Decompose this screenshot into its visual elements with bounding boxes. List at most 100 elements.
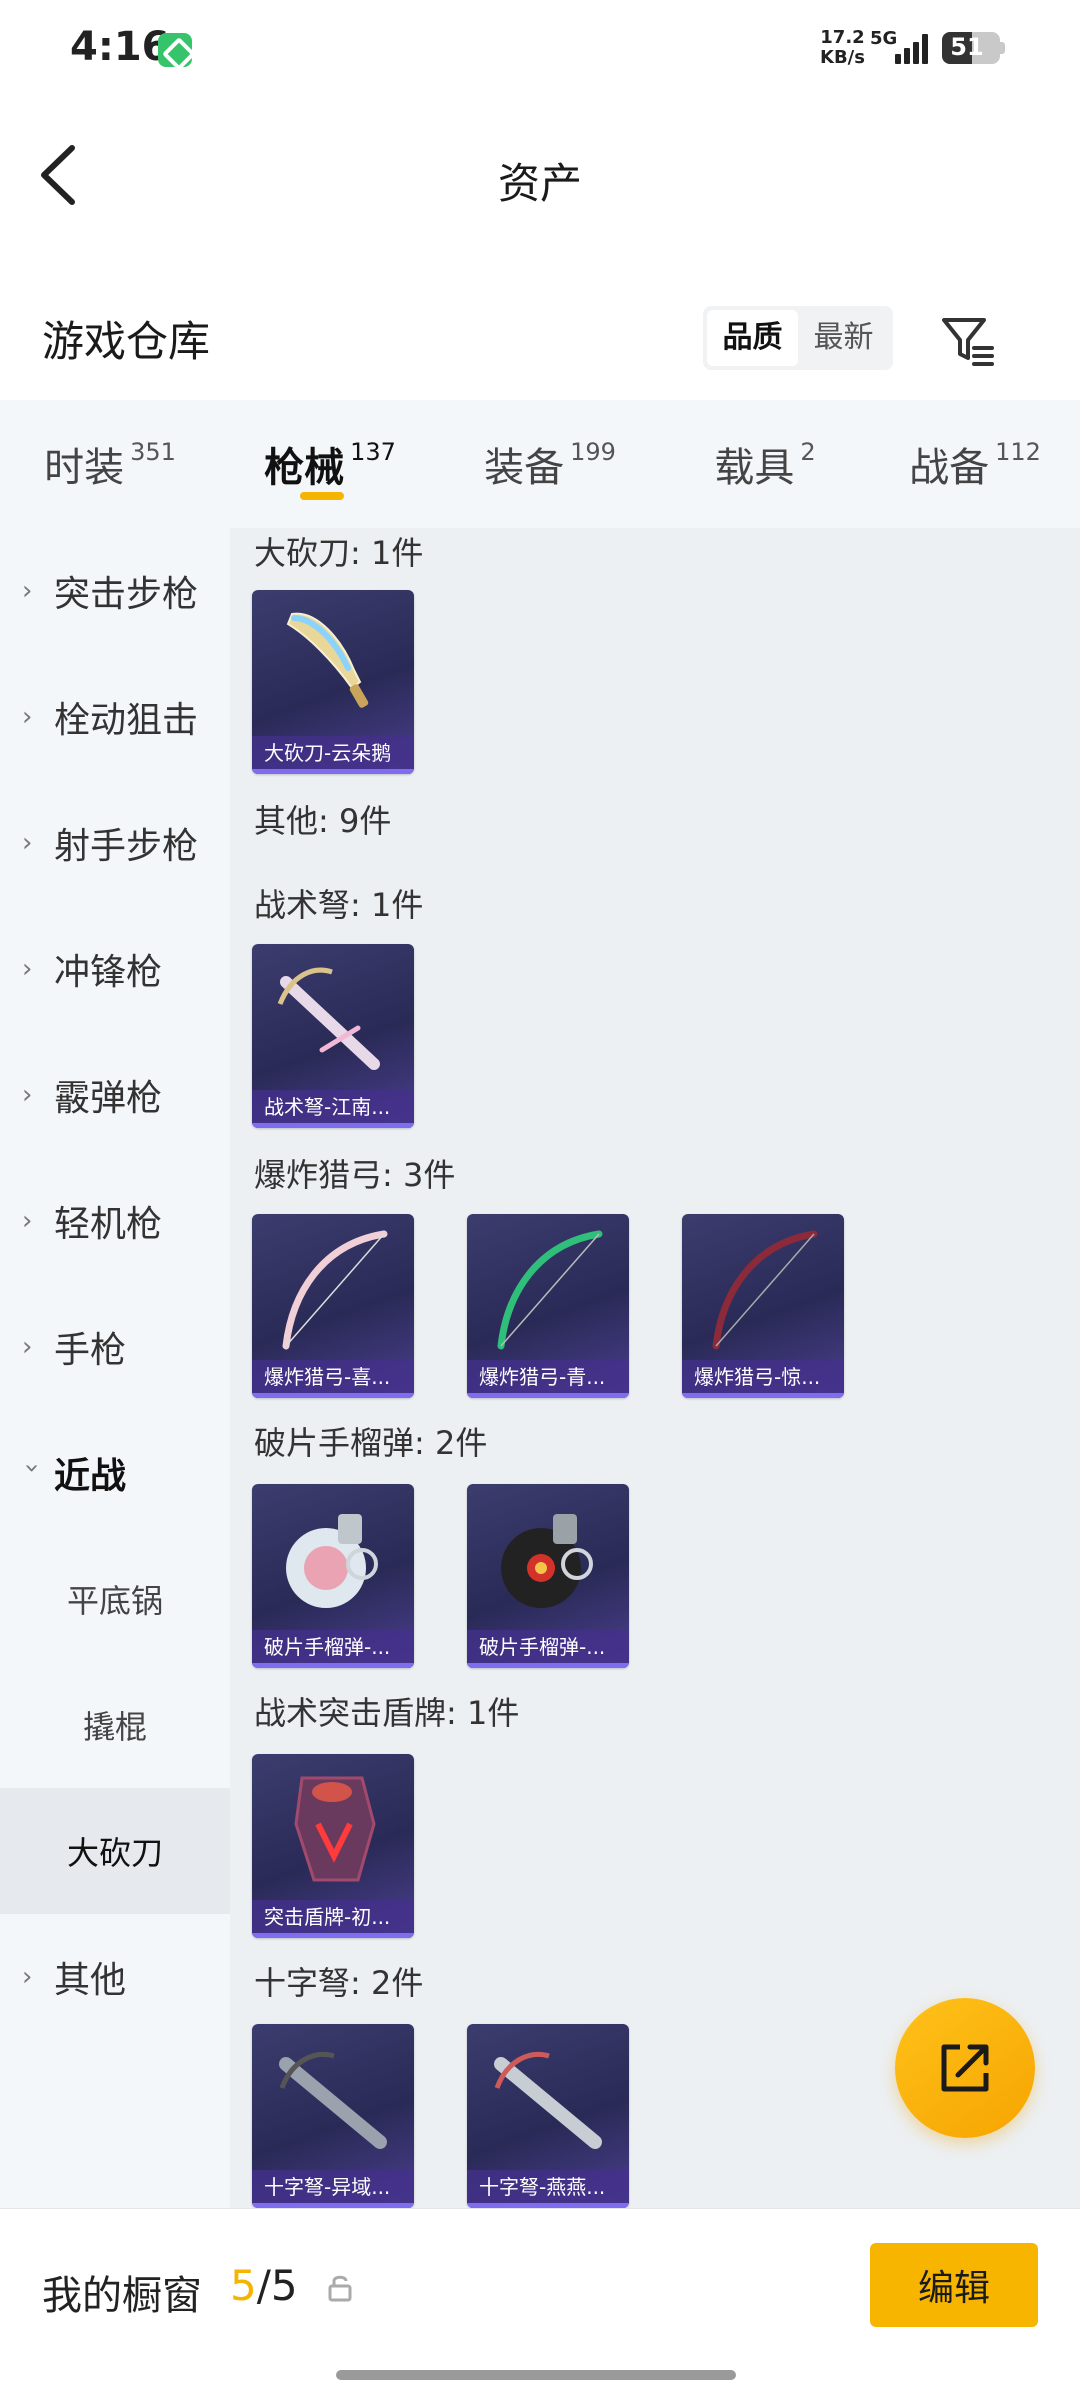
item-card[interactable]: 爆炸猎弓-惊... <box>682 1214 844 1398</box>
showcase-label: 我的橱窗 <box>42 2273 202 2319</box>
item-card[interactable]: 十字弩-燕燕... <box>467 2024 629 2208</box>
chevron-right-icon: › <box>22 828 33 858</box>
tab-equipment[interactable]: 装备 199 <box>440 400 660 528</box>
sort-option-newest[interactable]: 最新 <box>798 310 889 366</box>
sidebar-item-label: 霰弹枪 <box>54 1078 163 1119</box>
status-bar: 4:16 17.2 KB/s 5G 51 <box>0 0 1080 100</box>
tab-firearms[interactable]: 枪械 137 <box>220 400 440 528</box>
item-name: 十字弩-燕燕... <box>467 2170 629 2208</box>
chevron-right-icon: › <box>22 576 33 606</box>
showcase-separator: / <box>256 2261 271 2310</box>
bow-icon <box>497 1230 603 1350</box>
sidebar-item-label: 射手步枪 <box>54 826 199 867</box>
network-speed-value: 17.2 <box>820 27 865 48</box>
sidebar-subitem-crowbar[interactable]: 撬棍 <box>0 1662 230 1788</box>
lock-icon <box>328 2275 352 2302</box>
item-card[interactable]: 破片手榴弹-... <box>467 1484 629 1668</box>
battery-tip <box>1000 42 1005 54</box>
sidebar-item-label: 其他 <box>54 1960 127 2001</box>
item-card[interactable]: 爆炸猎弓-喜... <box>252 1214 414 1398</box>
warehouse-header: 游戏仓库 品质 最新 <box>0 280 1080 400</box>
chevron-right-icon: › <box>22 1080 33 1110</box>
page-title: 资产 <box>497 159 582 208</box>
edit-button[interactable]: 编辑 <box>870 2243 1038 2327</box>
sidebar-item-label: 栓动狙击 <box>54 700 199 741</box>
grenade-icon <box>501 1514 593 1608</box>
machete-icon <box>286 612 369 708</box>
bow-icon <box>712 1230 818 1350</box>
sidebar-item-label: 突击步枪 <box>54 574 199 615</box>
weapon-category-sidebar: › 突击步枪 › 栓动狙击 › 射手步枪 › 冲锋枪 › 霰弹枪 › 轻机枪 › 手枪 › 近战… <box>0 528 230 2208</box>
shield-icon <box>294 1776 376 1882</box>
item-name: 爆炸猎弓-青... <box>467 1360 629 1398</box>
tab-count: 137 <box>350 438 396 466</box>
home-indicator[interactable] <box>336 2370 736 2380</box>
item-card[interactable]: 突击盾牌-初... <box>252 1754 414 1938</box>
sidebar-item-assault-rifle[interactable]: › 突击步枪 <box>0 528 230 654</box>
item-name: 战术弩-江南... <box>252 1090 414 1128</box>
showcase-current: 5 <box>230 2261 257 2310</box>
group-title-crossbow: 十字弩: 2件 <box>254 1964 424 2002</box>
group-title-assault-shield: 战术突击盾牌: 1件 <box>254 1694 520 1732</box>
showcase-count: 5/5 <box>230 2261 298 2310</box>
sort-option-quality[interactable]: 品质 <box>707 310 798 366</box>
sidebar-item-label: 手枪 <box>54 1330 127 1371</box>
tab-count: 112 <box>995 438 1041 466</box>
chevron-right-icon: › <box>22 1206 33 1236</box>
item-card[interactable]: 大砍刀-云朵鹅 <box>252 590 414 774</box>
item-card[interactable]: 战术弩-江南... <box>252 944 414 1128</box>
item-card[interactable]: 破片手榴弹-... <box>252 1484 414 1668</box>
item-name: 爆炸猎弓-喜... <box>252 1360 414 1398</box>
tab-vehicles[interactable]: 载具 2 <box>660 400 870 528</box>
item-name: 大砍刀-云朵鹅 <box>252 736 414 774</box>
battery-percent: 51 <box>950 33 984 61</box>
sidebar-item-bolt-sniper[interactable]: › 栓动狙击 <box>0 654 230 780</box>
crossbow-icon <box>494 2051 602 2149</box>
share-external-icon <box>941 2044 989 2092</box>
sidebar-item-marksman-rifle[interactable]: › 射手步枪 <box>0 780 230 906</box>
sidebar-item-other[interactable]: › 其他 <box>0 1914 230 2040</box>
item-name: 破片手榴弹-... <box>252 1630 414 1668</box>
sidebar-item-smg[interactable]: › 冲锋枪 <box>0 906 230 1032</box>
sidebar-item-shotgun[interactable]: › 霰弹枪 <box>0 1032 230 1158</box>
item-name: 破片手榴弹-... <box>467 1630 629 1668</box>
item-card[interactable]: 爆炸猎弓-青... <box>467 1214 629 1398</box>
item-grid-panel[interactable]: 大砍刀: 1件 大砍刀-云朵鹅 其他: 9件 战术弩: 1件 战术弩-江南...… <box>230 528 1080 2208</box>
group-title-frag-grenade: 破片手榴弹: 2件 <box>254 1424 488 1462</box>
sidebar-subitem-machete[interactable]: 大砍刀 <box>0 1788 230 1914</box>
category-tabs: 时装 351 枪械 137 装备 199 载具 2 战备 112 <box>0 400 1080 528</box>
item-name: 十字弩-异域... <box>252 2170 414 2208</box>
tab-count: 351 <box>130 438 176 466</box>
tab-label: 时装 <box>44 445 125 491</box>
chevron-right-icon: › <box>22 1332 33 1362</box>
crossbow-icon <box>277 967 380 1070</box>
bow-icon <box>282 1230 388 1350</box>
sidebar-item-label: 平底锅 <box>66 1582 163 1620</box>
sidebar-item-lmg[interactable]: › 轻机枪 <box>0 1158 230 1284</box>
filter-button[interactable] <box>938 310 998 370</box>
group-title-explosive-bow: 爆炸猎弓: 3件 <box>254 1156 456 1194</box>
sidebar-item-label: 大砍刀 <box>66 1834 163 1872</box>
status-time: 4:16 <box>70 24 170 70</box>
tab-active-indicator <box>300 492 344 500</box>
sidebar-item-label: 近战 <box>54 1456 127 1497</box>
sidebar-item-pistol[interactable]: › 手枪 <box>0 1284 230 1410</box>
network-speed: 17.2 KB/s <box>820 28 865 68</box>
tab-fashion[interactable]: 时装 351 <box>0 400 220 528</box>
tab-supplies[interactable]: 战备 112 <box>870 400 1080 528</box>
filter-icon <box>942 318 994 366</box>
battery-icon: 51 <box>942 32 1000 64</box>
share-fab-button[interactable] <box>895 1998 1035 2138</box>
tab-count: 2 <box>800 438 816 466</box>
chevron-right-icon: › <box>22 1962 33 1992</box>
item-name: 突击盾牌-初... <box>252 1900 414 1938</box>
tab-label: 战备 <box>909 445 990 491</box>
warehouse-title: 游戏仓库 <box>42 317 211 366</box>
tab-label: 枪械 <box>264 445 345 491</box>
sidebar-item-melee[interactable]: › 近战 <box>0 1410 230 1536</box>
item-name: 爆炸猎弓-惊... <box>682 1360 844 1398</box>
group-title-tactical-crossbow: 战术弩: 1件 <box>254 886 424 924</box>
item-card[interactable]: 十字弩-异域... <box>252 2024 414 2208</box>
tab-label: 装备 <box>484 445 565 491</box>
sidebar-subitem-pan[interactable]: 平底锅 <box>0 1536 230 1662</box>
